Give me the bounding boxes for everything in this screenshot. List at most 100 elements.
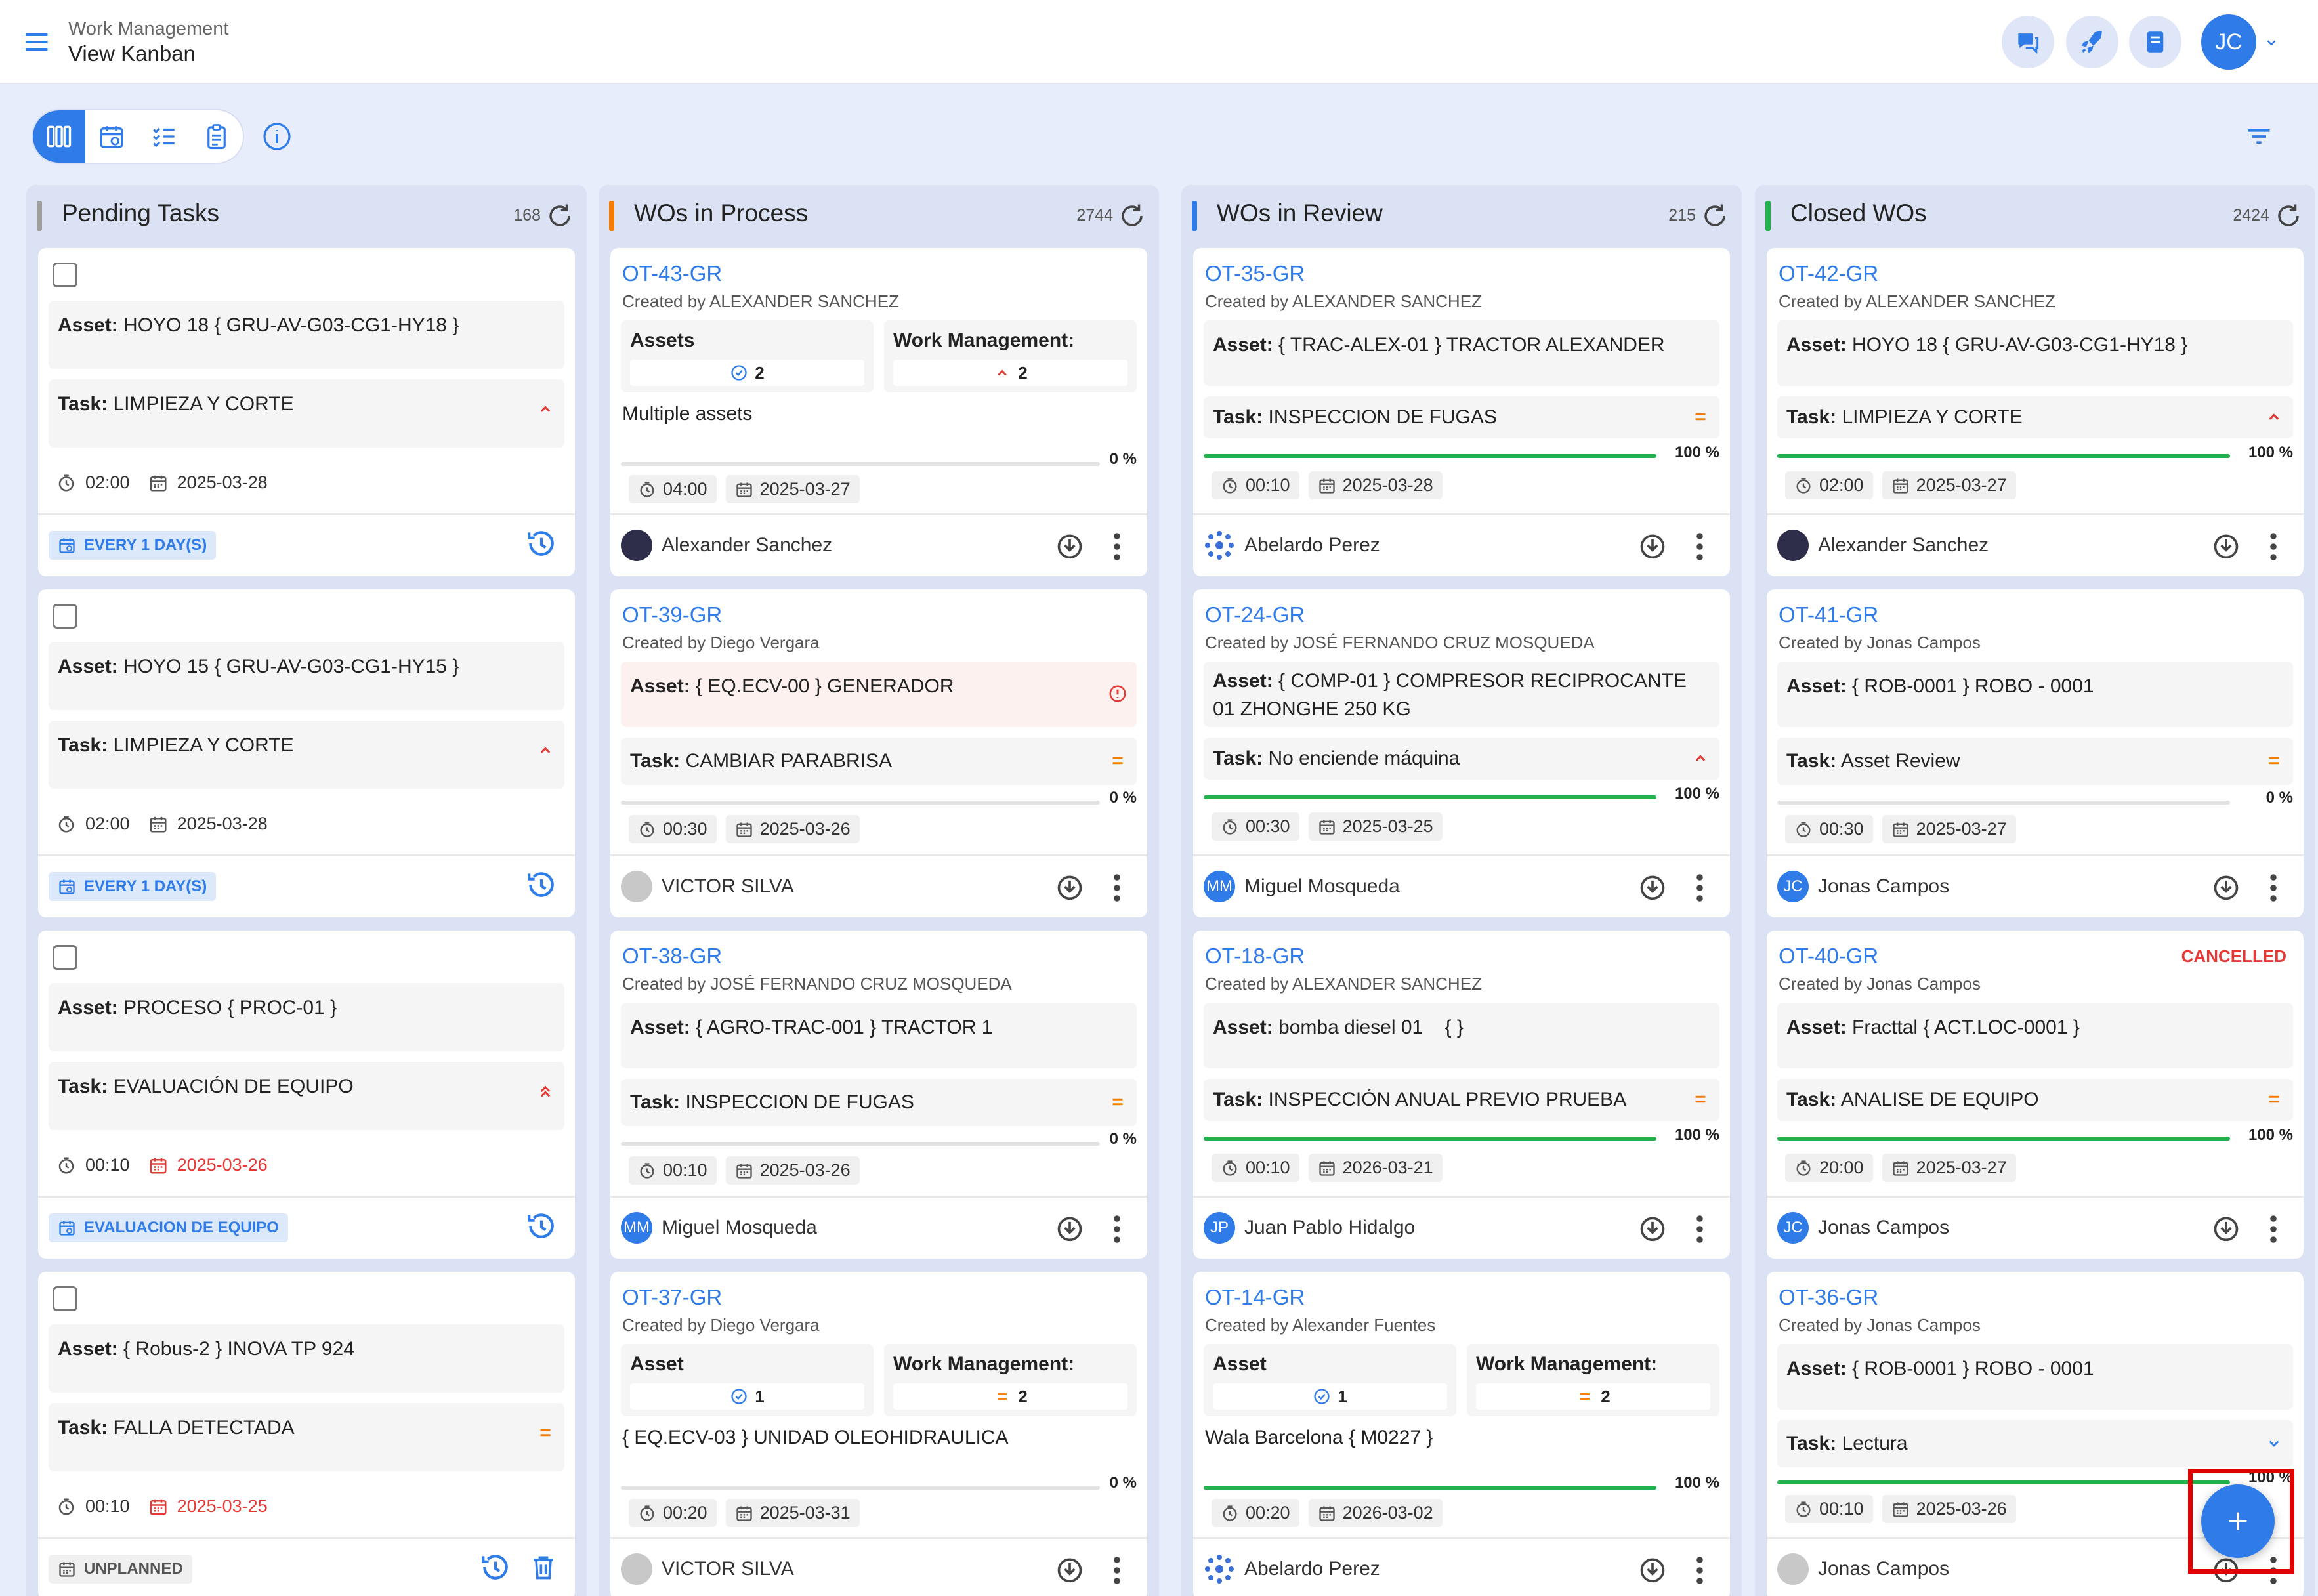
list-view-button[interactable]	[138, 110, 190, 163]
history-icon[interactable]	[525, 1209, 558, 1242]
menu-icon[interactable]	[22, 28, 51, 56]
column-wos-in-process: WOs in Process 2744 OT-43-GR Created by …	[599, 185, 1159, 1596]
download-icon[interactable]	[1055, 872, 1084, 901]
work-order-card[interactable]: OT-24-GR Created by JOSÉ FERNANDO CRUZ M…	[1193, 589, 1730, 917]
work-order-card[interactable]: OT-41-GR Created by Jonas Campos Asset: …	[1767, 589, 2304, 917]
history-icon[interactable]	[525, 527, 558, 560]
work-order-code[interactable]: OT-35-GR	[1205, 261, 1305, 286]
assignee[interactable]: JP Juan Pablo Hidalgo	[1204, 1212, 1415, 1244]
rocket-icon	[2081, 31, 2102, 53]
history-icon[interactable]	[479, 1551, 512, 1584]
work-order-code[interactable]: OT-37-GR	[622, 1285, 722, 1310]
chevron-down-icon[interactable]	[2264, 35, 2279, 50]
work-order-card[interactable]: OT-40-GR CANCELLED Created by Jonas Camp…	[1767, 931, 2304, 1259]
history-icon[interactable]	[525, 868, 558, 901]
assignee[interactable]: JC Jonas Campos	[1777, 1212, 1949, 1244]
download-icon[interactable]	[1638, 531, 1667, 560]
more-icon[interactable]	[1695, 1213, 1705, 1245]
work-management-summary: Work Management: 2	[1467, 1344, 1719, 1416]
task-card[interactable]: Asset: { Robus-2 } INOVA TP 924 Task: FA…	[38, 1272, 575, 1596]
download-icon[interactable]	[1055, 1213, 1084, 1242]
download-icon[interactable]	[2212, 531, 2241, 560]
work-order-code[interactable]: OT-36-GR	[1779, 1285, 1878, 1310]
clipboard-view-button[interactable]	[190, 110, 243, 163]
filter-icon[interactable]	[2243, 122, 2275, 151]
work-order-code[interactable]: OT-39-GR	[622, 602, 722, 627]
assignee[interactable]: VICTOR SILVA	[621, 1553, 794, 1585]
frequency-badge[interactable]: EVERY 1 DAY(S)	[49, 531, 217, 560]
chevron-down-icon[interactable]	[2264, 1433, 2284, 1453]
work-order-code[interactable]: OT-14-GR	[1205, 1285, 1305, 1310]
download-icon[interactable]	[1638, 872, 1667, 901]
refresh-icon[interactable]	[546, 202, 574, 230]
more-icon[interactable]	[1695, 1555, 1705, 1586]
assignee[interactable]: Alexander Sanchez	[621, 530, 832, 561]
work-order-card[interactable]: OT-35-GR Created by ALEXANDER SANCHEZ As…	[1193, 248, 1730, 576]
work-order-code[interactable]: OT-18-GR	[1205, 944, 1305, 969]
download-icon[interactable]	[2212, 872, 2241, 901]
more-icon[interactable]	[1112, 872, 1122, 904]
task-checkbox[interactable]	[53, 945, 77, 970]
assignee[interactable]: VICTOR SILVA	[621, 871, 794, 902]
work-order-card[interactable]: OT-14-GR Created by Alexander Fuentes As…	[1193, 1272, 1730, 1596]
more-icon[interactable]	[1112, 1555, 1122, 1586]
more-icon[interactable]	[1112, 531, 1122, 562]
info-icon[interactable]	[261, 121, 293, 152]
download-icon[interactable]	[1055, 1555, 1084, 1584]
download-icon[interactable]	[1638, 1213, 1667, 1242]
task-checkbox[interactable]	[53, 262, 77, 287]
frequency-badge[interactable]: EVERY 1 DAY(S)	[49, 872, 217, 901]
more-icon[interactable]	[1695, 531, 1705, 562]
progress-label: 100 %	[2248, 1126, 2293, 1144]
download-icon[interactable]	[2212, 1213, 2241, 1242]
rocket-button[interactable]	[2066, 16, 2118, 68]
user-avatar[interactable]: JC	[2201, 14, 2256, 70]
task-card[interactable]: Asset: HOYO 18 { GRU-AV-G03-CG1-HY18 } T…	[38, 248, 575, 576]
more-icon[interactable]	[2268, 872, 2279, 904]
more-icon[interactable]	[2268, 531, 2279, 562]
task-value: No enciende máquina	[1268, 747, 1460, 769]
assignee[interactable]: Abelardo Perez	[1204, 1553, 1380, 1585]
task-checkbox[interactable]	[53, 604, 77, 629]
assignee[interactable]: Jonas Campos	[1777, 1553, 1949, 1585]
work-order-code[interactable]: OT-40-GR	[1779, 944, 1878, 969]
work-order-card[interactable]: OT-38-GR Created by JOSÉ FERNANDO CRUZ M…	[610, 931, 1147, 1259]
work-order-card[interactable]: OT-37-GR Created by Diego Vergara Asset 1…	[610, 1272, 1147, 1596]
work-order-code[interactable]: OT-24-GR	[1205, 602, 1305, 627]
work-order-card[interactable]: OT-42-GR Created by ALEXANDER SANCHEZ As…	[1767, 248, 2304, 576]
more-icon[interactable]	[2268, 1213, 2279, 1245]
assignee[interactable]: MM Miguel Mosqueda	[621, 1212, 817, 1244]
assets-count: 1	[1338, 1386, 1347, 1406]
task-checkbox[interactable]	[53, 1286, 77, 1311]
chat-button[interactable]	[2002, 16, 2054, 68]
book-button[interactable]	[2129, 16, 2181, 68]
more-icon[interactable]	[1695, 872, 1705, 904]
work-order-code[interactable]: OT-43-GR	[622, 261, 722, 286]
priority-medium-icon	[1691, 1089, 1710, 1109]
assignee[interactable]: Abelardo Perez	[1204, 530, 1380, 561]
trash-icon[interactable]	[529, 1551, 558, 1584]
calendar-small-icon	[1891, 820, 1910, 839]
task-card[interactable]: Asset: PROCESO { PROC-01 } Task: EVALUAC…	[38, 931, 575, 1259]
refresh-icon[interactable]	[1118, 202, 1146, 230]
frequency-badge[interactable]: EVALUACION DE EQUIPO	[49, 1213, 288, 1242]
column-count: 215	[1668, 206, 1696, 224]
assignee[interactable]: Alexander Sanchez	[1777, 530, 1989, 561]
work-order-card[interactable]: OT-18-GR Created by ALEXANDER SANCHEZ As…	[1193, 931, 1730, 1259]
work-order-code[interactable]: OT-42-GR	[1779, 261, 1878, 286]
refresh-icon[interactable]	[2275, 202, 2302, 230]
work-order-card[interactable]: OT-39-GR Created by Diego Vergara Asset:…	[610, 589, 1147, 917]
refresh-icon[interactable]	[1701, 202, 1729, 230]
kanban-view-button[interactable]	[33, 110, 85, 163]
task-card[interactable]: Asset: HOYO 15 { GRU-AV-G03-CG1-HY15 } T…	[38, 589, 575, 917]
work-order-code[interactable]: OT-38-GR	[622, 944, 722, 969]
frequency-badge[interactable]: UNPLANNED	[49, 1555, 192, 1584]
work-order-code[interactable]: OT-41-GR	[1779, 602, 1878, 627]
work-order-card[interactable]: OT-43-GR Created by ALEXANDER SANCHEZ As…	[610, 248, 1147, 576]
assignee[interactable]: MM Miguel Mosqueda	[1204, 871, 1400, 902]
calendar-view-button[interactable]	[85, 110, 138, 163]
assignee[interactable]: JC Jonas Campos	[1777, 871, 1949, 902]
download-icon[interactable]	[1055, 531, 1084, 560]
download-icon[interactable]	[1638, 1555, 1667, 1584]
more-icon[interactable]	[1112, 1213, 1122, 1245]
